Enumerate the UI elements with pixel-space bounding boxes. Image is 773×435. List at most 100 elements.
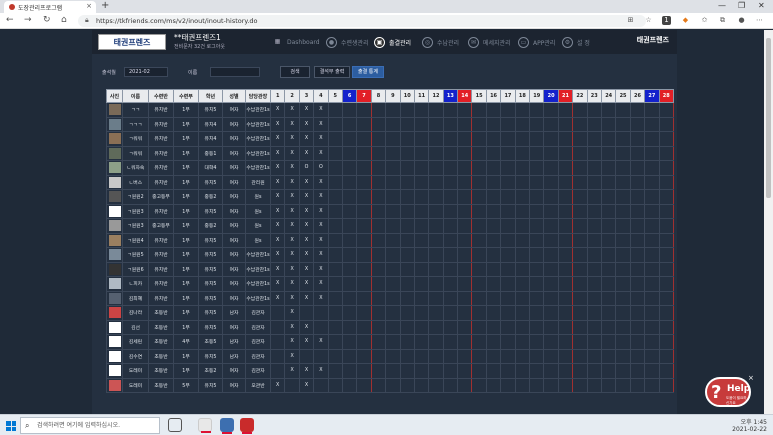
attendance-cell[interactable] (341, 232, 358, 248)
attendance-cell[interactable]: X (269, 247, 286, 263)
attendance-cell[interactable]: X (284, 218, 300, 234)
help-widget[interactable]: ? Help 도움이 필요하신가요 (705, 377, 751, 407)
attendance-cell[interactable] (658, 232, 674, 248)
attendance-cell[interactable] (500, 377, 516, 393)
attendance-cell[interactable] (471, 276, 487, 292)
cell-name[interactable]: 도레미 (122, 377, 149, 393)
attendance-cell[interactable] (341, 116, 358, 132)
cell-name[interactable]: ㄱ워워 (122, 145, 149, 161)
attendance-cell[interactable] (413, 160, 430, 176)
student-photo[interactable] (108, 365, 121, 377)
attendance-cell[interactable] (471, 218, 487, 234)
attendance-cell[interactable]: X (313, 131, 329, 147)
attendance-cell[interactable] (471, 290, 487, 306)
attendance-cell[interactable] (600, 348, 617, 364)
table-row[interactable]: ㄱ워워 유치반 1부 중등1 여자 수납관찬1s X X X X (106, 145, 674, 161)
table-row[interactable]: ㄱ원원6 유치반 1부 유치5 여자 수납관찬1s X X X X (106, 261, 674, 277)
attendance-cell[interactable]: X (298, 290, 315, 306)
attendance-cell[interactable] (471, 116, 487, 132)
attendance-cell[interactable] (615, 131, 631, 147)
attendance-cell[interactable] (341, 290, 358, 306)
attendance-cell[interactable] (500, 247, 516, 263)
tab-close-icon[interactable]: × (86, 2, 92, 10)
table-row[interactable]: ㄱ원원3 중고등부 1부 중등2 여자 원s X X X X (106, 218, 674, 234)
attendance-cell[interactable] (370, 160, 387, 176)
attendance-cell[interactable] (600, 319, 617, 335)
attendance-cell[interactable]: X (269, 276, 286, 292)
attendance-cell[interactable] (399, 160, 415, 176)
attendance-cell[interactable] (644, 247, 660, 263)
attendance-cell[interactable]: X (284, 189, 300, 205)
attendance-cell[interactable] (413, 131, 430, 147)
attendance-cell[interactable] (658, 160, 674, 176)
attendance-cell[interactable] (615, 319, 631, 335)
student-photo[interactable] (108, 220, 121, 232)
attendance-cell[interactable] (658, 174, 674, 190)
reload-icon[interactable]: ↻ (43, 15, 51, 25)
attendance-cell[interactable] (572, 319, 588, 335)
attendance-cell[interactable]: X (298, 174, 315, 190)
attendance-cell[interactable] (629, 174, 646, 190)
attendance-cell[interactable] (615, 174, 631, 190)
attendance-cell[interactable] (413, 247, 430, 263)
attendance-cell[interactable] (356, 319, 372, 335)
more-menu-icon[interactable]: ⋯ (755, 16, 764, 25)
attendance-cell[interactable] (370, 189, 387, 205)
attendance-cell[interactable] (471, 261, 487, 277)
attendance-cell[interactable] (644, 261, 660, 277)
attendance-cell[interactable] (586, 261, 602, 277)
attendance-cell[interactable] (370, 305, 387, 321)
attendance-cell[interactable] (356, 145, 372, 161)
attendance-cell[interactable] (658, 218, 674, 234)
attendance-cell[interactable] (543, 363, 559, 379)
student-photo[interactable] (108, 379, 121, 391)
attendance-cell[interactable] (543, 174, 559, 190)
attendance-cell[interactable]: X (298, 377, 315, 393)
attendance-cell[interactable]: X (284, 247, 300, 263)
cell-name[interactable]: ㄱ원원3 (122, 203, 149, 219)
attendance-cell[interactable] (529, 116, 545, 132)
attendance-cell[interactable] (500, 102, 516, 118)
attendance-cell[interactable] (557, 232, 574, 248)
cell-name[interactable]: ㄱ워워 (122, 131, 149, 147)
cell-name[interactable]: ㄴ버스 (122, 174, 149, 190)
attendance-cell[interactable] (327, 276, 343, 292)
attendance-cell[interactable] (442, 189, 459, 205)
attendance-cell[interactable] (500, 305, 516, 321)
attendance-cell[interactable] (356, 189, 372, 205)
attendance-cell[interactable]: X (313, 232, 329, 248)
attendance-cell[interactable] (327, 203, 343, 219)
attendance-cell[interactable] (514, 203, 531, 219)
student-photo[interactable] (108, 234, 121, 246)
attendance-cell[interactable] (313, 305, 329, 321)
share-icon[interactable]: ⊞ (626, 16, 635, 25)
attendance-cell[interactable] (341, 363, 358, 379)
attendance-cell[interactable] (514, 305, 531, 321)
attendance-cell[interactable] (413, 319, 430, 335)
attendance-cell[interactable] (327, 319, 343, 335)
attendance-cell[interactable] (284, 377, 300, 393)
attendance-cell[interactable] (543, 116, 559, 132)
attendance-cell[interactable] (644, 305, 660, 321)
attendance-cell[interactable] (629, 319, 646, 335)
attendance-cell[interactable] (457, 116, 473, 132)
attendance-cell[interactable] (313, 348, 329, 364)
attendance-cell[interactable] (485, 348, 502, 364)
attendance-cell[interactable] (600, 276, 617, 292)
attendance-cell[interactable] (529, 232, 545, 248)
attendance-cell[interactable] (413, 276, 430, 292)
attendance-cell[interactable] (457, 276, 473, 292)
attendance-cell[interactable] (327, 189, 343, 205)
attendance-cell[interactable] (644, 290, 660, 306)
attendance-cell[interactable]: X (298, 203, 315, 219)
app-icon[interactable] (220, 418, 234, 434)
attendance-cell[interactable] (442, 232, 459, 248)
attendance-cell[interactable] (428, 203, 444, 219)
attendance-cell[interactable] (327, 261, 343, 277)
attendance-cell[interactable] (543, 290, 559, 306)
attendance-cell[interactable]: X (284, 319, 300, 335)
attendance-cell[interactable] (471, 203, 487, 219)
attendance-cell[interactable] (442, 319, 459, 335)
attendance-cell[interactable] (413, 174, 430, 190)
attendance-cell[interactable] (442, 363, 459, 379)
